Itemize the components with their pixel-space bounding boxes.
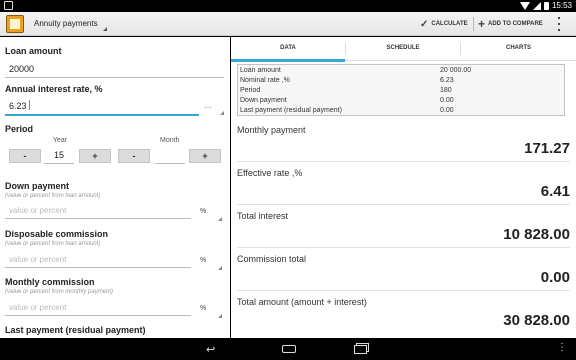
disposable-commission-underline (5, 267, 191, 268)
interest-rate-underline (5, 114, 199, 116)
overflow-menu-icon[interactable] (557, 17, 561, 31)
last-payment-label: Last payment (residual payment) (5, 325, 146, 335)
year-label: Year (53, 137, 68, 144)
wifi-icon (519, 2, 530, 10)
spinner-caret-icon (103, 27, 107, 31)
year-minus-button[interactable]: - (9, 149, 41, 163)
tab-charts[interactable]: CHARTS (461, 37, 576, 61)
disposable-commission-input[interactable]: value or percent (9, 255, 66, 264)
effective-rate-value: 6.41 (540, 183, 570, 200)
loan-amount-input[interactable]: 20000 (9, 64, 34, 74)
add-to-compare-button[interactable]: + ADD TO COMPARE (478, 16, 543, 32)
month-minus-button[interactable]: - (118, 149, 150, 163)
field-corner-icon (220, 111, 224, 115)
status-icons: 15:53 (519, 1, 572, 11)
interest-rate-input[interactable]: 6.23 (9, 101, 27, 111)
tab-bar: DATA SCHEDULE CHARTS (231, 37, 576, 62)
monthly-commission-label: Monthly commission (5, 277, 95, 287)
monthly-commission-input[interactable]: value or percent (9, 303, 66, 312)
system-nav-bar: ↩ ⋮ (0, 338, 576, 360)
commission-total-label: Commission total (237, 254, 307, 264)
text-cursor (29, 100, 30, 110)
total-amount-value: 30 828.00 (503, 312, 570, 329)
summary-row-label: Nominal rate ,% (240, 77, 290, 84)
monthly-payment-value: 171.27 (524, 140, 570, 157)
summary-row-label: Last payment (residual payment) (240, 107, 342, 114)
down-payment-input[interactable]: value or percent (9, 206, 66, 215)
recents-icon[interactable] (354, 345, 367, 354)
tab-data[interactable]: DATA (231, 37, 345, 62)
notification-icon (4, 1, 13, 10)
down-payment-hint: (value or percent from loan amount) (5, 193, 101, 199)
battery-icon (543, 2, 549, 10)
status-clock: 15:53 (551, 1, 572, 10)
monthly-commission-unit-select[interactable]: % (200, 305, 206, 312)
add-to-compare-label: ADD TO COMPARE (488, 21, 543, 27)
disposable-commission-label: Disposable commission (5, 229, 109, 239)
signal-icon (532, 2, 541, 10)
action-bar: Annuity payments ✓ CALCULATE + ADD TO CO… (0, 12, 576, 36)
menu-icon[interactable]: ⋮ (557, 342, 567, 353)
unit-dropdown-icon (218, 217, 222, 221)
effective-rate-label: Effective rate ,% (237, 168, 303, 178)
down-payment-underline (5, 218, 191, 219)
summary-row-label: Loan amount (240, 67, 281, 74)
month-plus-button[interactable]: + (189, 149, 221, 163)
commission-total-value: 0.00 (540, 269, 570, 286)
loan-amount-label: Loan amount (5, 46, 62, 56)
input-form: Loan amount 20000 Annual interest rate, … (0, 37, 230, 338)
year-input[interactable]: 15 (43, 150, 75, 160)
year-plus-button[interactable]: + (79, 149, 111, 163)
disposable-commission-hint: (value or percent from loan amount) (5, 241, 101, 247)
summary-row-label: Period (240, 87, 261, 94)
result-divider (237, 204, 570, 205)
summary-row-label: Down payment (240, 97, 287, 104)
status-bar: 15:53 (0, 0, 576, 12)
app-logo-icon[interactable] (6, 15, 24, 33)
down-payment-label: Down payment (5, 181, 70, 191)
check-icon: ✓ (420, 18, 429, 30)
down-payment-unit-select[interactable]: % (200, 208, 206, 215)
summary-row-value: 20 000.00 (440, 67, 472, 74)
monthly-payment-label: Monthly payment (237, 125, 306, 135)
summary-row-value: 180 (440, 87, 452, 94)
home-icon[interactable] (282, 345, 296, 353)
back-icon[interactable]: ↩ (206, 343, 215, 356)
summary-row-value: 6.23 (440, 77, 454, 84)
unit-dropdown-icon (218, 314, 222, 318)
period-label: Period (5, 124, 34, 134)
calculate-button[interactable]: ✓ CALCULATE (420, 16, 468, 32)
result-divider (237, 161, 570, 162)
year-underline (44, 163, 74, 164)
unit-dropdown-icon (218, 266, 222, 270)
action-divider (473, 17, 474, 31)
monthly-commission-underline (5, 315, 191, 316)
total-amount-label: Total amount (amount + interest) (237, 297, 367, 307)
app-title-spinner[interactable]: Annuity payments (34, 19, 98, 28)
disposable-commission-unit-select[interactable]: % (200, 257, 206, 264)
summary-table: Loan amount 20 000.00 Nominal rate ,% 6.… (237, 64, 565, 116)
summary-row-value: 0.00 (440, 97, 454, 104)
plus-icon: + (478, 17, 486, 31)
month-label: Month (160, 137, 180, 144)
total-interest-label: Total interest (237, 211, 289, 221)
monthly-commission-hint: (value or percent from monthly payment) (5, 289, 114, 295)
summary-row-value: 0.00 (440, 107, 454, 114)
calculate-label: CALCULATE (431, 21, 468, 27)
results-panel: DATA SCHEDULE CHARTS Loan amount 20 000.… (231, 37, 576, 338)
interest-rate-label: Annual interest rate, % (5, 84, 103, 94)
interest-more-button[interactable]: ··· (204, 103, 212, 112)
tab-schedule[interactable]: SCHEDULE (346, 37, 460, 61)
month-underline (155, 163, 185, 164)
result-divider (237, 290, 570, 291)
loan-amount-underline (5, 77, 224, 78)
result-divider (237, 247, 570, 248)
total-interest-value: 10 828.00 (503, 226, 570, 243)
